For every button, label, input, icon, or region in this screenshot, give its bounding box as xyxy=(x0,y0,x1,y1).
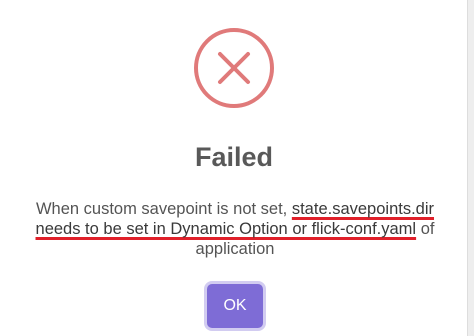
dialog-title: Failed xyxy=(194,142,274,172)
message-text: When custom savepoint is not set, xyxy=(35,200,292,218)
ok-button[interactable]: OK xyxy=(207,284,263,328)
error-x-icon xyxy=(194,28,274,108)
error-dialog: Failed When custom savepoint is not set,… xyxy=(0,0,474,336)
message-highlight: needs to be set in Dynamic Option or fli… xyxy=(35,220,417,238)
message-highlight: state.savepoints.dir xyxy=(291,200,435,218)
window-edge xyxy=(467,0,474,336)
dialog-message: When custom savepoint is not set, state.… xyxy=(22,199,448,259)
